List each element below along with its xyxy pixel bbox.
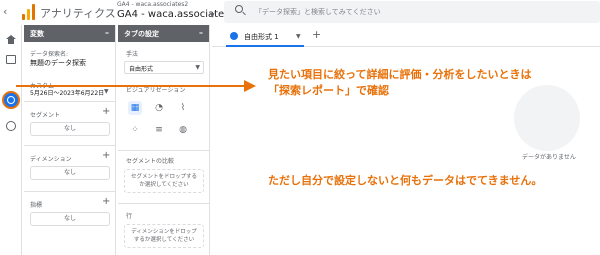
tab-settings-panel: タブの設定 – 手法 自由形式 ▼ ビジュアリゼーション ▦ ◔ ⌇ ⁘ ≡ ◍… — [118, 25, 210, 255]
annotation-line-3: ただし自分で設定しないと何もデータはでてきません。 — [268, 174, 543, 187]
search-input[interactable]: 「データ探索」と検索してみてください — [255, 7, 381, 17]
tab-label: 自由形式 1 — [244, 33, 279, 41]
annotation-line-2: 「探索レポート」で確認 — [268, 84, 389, 97]
collapse-variables-button[interactable]: – — [105, 28, 109, 37]
dimensions-label: ディメンション — [30, 156, 72, 163]
donut-chart-icon[interactable]: ◔ — [152, 101, 166, 115]
metrics-empty: なし — [30, 212, 110, 226]
add-metric-icon[interactable]: + — [102, 196, 110, 207]
chevron-down-icon[interactable]: ▼ — [104, 88, 109, 95]
technique-value: 自由形式 — [129, 66, 154, 73]
tab-settings-title: タブの設定 — [124, 30, 159, 38]
variables-panel: 変数 – データ探索名: 無題のデータ探索 カスタム 5月26日～2023年6月… — [24, 25, 116, 255]
table-viz-icon[interactable]: ▦ — [128, 101, 142, 115]
segment-compare-label: セグメントの比較 — [126, 158, 175, 165]
search-icon — [235, 5, 243, 13]
segment-drop-text-2: か選択してください — [139, 182, 189, 188]
add-tab-button[interactable]: + — [312, 28, 321, 41]
segment-drop-text-1: セグメントをドロップする — [130, 174, 197, 180]
technique-label: 手法 — [126, 51, 139, 58]
segment-drop-zone[interactable]: セグメントをドロップする か選択してください — [124, 169, 204, 193]
segments-label: セグメント — [30, 112, 61, 119]
divider — [118, 203, 210, 204]
scatter-plot-icon[interactable]: ⁘ — [128, 123, 142, 137]
dimension-drop-text-2: するか選択してください — [133, 237, 195, 243]
explore-icon[interactable] — [2, 91, 20, 109]
chevron-down-icon[interactable]: ▼ — [210, 12, 215, 19]
variables-panel-title: 変数 — [30, 30, 44, 38]
analytics-logo — [22, 4, 36, 20]
top-bar: ‹ アナリティクス GA4 - waca.associates2 GA4 - w… — [0, 0, 600, 25]
divider — [118, 150, 210, 151]
technique-select[interactable]: 自由形式 ▼ — [124, 61, 204, 74]
account-path: GA4 - waca.associates2 — [117, 1, 189, 8]
variables-panel-header: 変数 – — [24, 25, 115, 42]
freeform-tab-icon — [230, 32, 238, 40]
rows-label: 行 — [126, 213, 133, 220]
dimension-drop-text-1: ディメンションをドロップ — [131, 229, 197, 235]
no-data-message: データがありません — [522, 154, 576, 161]
app-title: アナリティクス — [40, 7, 116, 20]
add-dimension-icon[interactable]: + — [102, 150, 110, 161]
metrics-label: 指標 — [30, 202, 43, 209]
chevron-down-icon: ▼ — [195, 64, 200, 71]
dimensions-empty: なし — [30, 166, 110, 180]
annotation-arrow — [16, 85, 246, 87]
exploration-name-label: データ探索名: — [30, 51, 69, 58]
advertising-icon[interactable] — [6, 121, 16, 131]
property-selector[interactable]: GA4 - waca.associates2 — [117, 9, 236, 20]
left-nav-rail — [0, 25, 22, 255]
tab-row: 自由形式 1 ▼ + — [212, 25, 600, 47]
divider — [24, 101, 116, 102]
reports-icon[interactable] — [6, 55, 16, 64]
back-arrow-icon[interactable]: ‹ — [3, 5, 7, 18]
chevron-down-icon[interactable]: ▼ — [296, 33, 301, 40]
annotation-arrow-head — [244, 80, 256, 92]
empty-state-illustration — [514, 85, 580, 151]
exploration-name-input[interactable]: 無題のデータ探索 — [30, 58, 86, 68]
home-icon[interactable] — [6, 35, 16, 44]
bar-chart-icon[interactable]: ≡ — [152, 123, 166, 137]
annotation-line-1: 見たい項目に絞って詳細に評価・分析をしたいときは — [268, 68, 532, 81]
date-range-picker[interactable]: 5月26日～2023年6月22日 — [30, 88, 104, 97]
segments-empty: なし — [30, 122, 110, 136]
row-dimension-drop-zone[interactable]: ディメンションをドロップ するか選択してください — [124, 224, 204, 248]
geo-map-icon[interactable]: ◍ — [176, 123, 190, 137]
tab-settings-header: タブの設定 – — [118, 25, 209, 42]
exploration-canvas: 自由形式 1 ▼ + データがありません — [212, 25, 600, 255]
line-chart-icon[interactable]: ⌇ — [176, 101, 190, 115]
collapse-tab-settings-button[interactable]: – — [199, 28, 203, 37]
add-segment-icon[interactable]: + — [102, 106, 110, 117]
divider — [24, 145, 116, 146]
tab-freeform-1[interactable]: 自由形式 1 ▼ — [226, 29, 304, 47]
divider — [24, 191, 116, 192]
